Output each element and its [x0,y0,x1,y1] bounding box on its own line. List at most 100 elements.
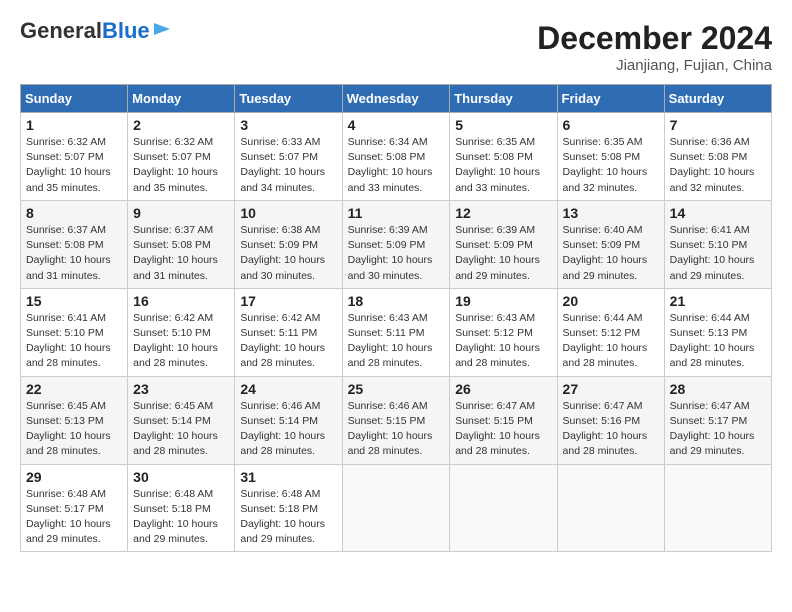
day-info: Sunrise: 6:47 AM Sunset: 5:15 PM Dayligh… [455,399,551,460]
table-row: 8 Sunrise: 6:37 AM Sunset: 5:08 PM Daylig… [21,200,128,288]
col-thursday: Thursday [450,85,557,113]
day-number: 28 [670,381,766,397]
day-number: 21 [670,293,766,309]
table-row: 4 Sunrise: 6:34 AM Sunset: 5:08 PM Daylig… [342,113,450,201]
table-row: 14Sunrise: 6:41 AM Sunset: 5:10 PM Dayli… [664,200,771,288]
day-info: Sunrise: 6:38 AM Sunset: 5:09 PM Dayligh… [240,223,336,284]
day-number: 3 [240,117,336,133]
day-info: Sunrise: 6:40 AM Sunset: 5:09 PM Dayligh… [563,223,659,284]
table-row: 5Sunrise: 6:35 AM Sunset: 5:08 PM Daylig… [450,113,557,201]
day-number: 22 [26,381,122,397]
day-info: Sunrise: 6:47 AM Sunset: 5:17 PM Dayligh… [670,399,766,460]
table-row: 18 Sunrise: 6:43 AM Sunset: 5:11 PM Dayli… [342,288,450,376]
table-row: 19 Sunrise: 6:43 AM Sunset: 5:12 PM Dayli… [450,288,557,376]
location: Jianjiang, Fujian, China [537,57,772,74]
table-row: 17 Sunrise: 6:42 AM Sunset: 5:11 PM Dayli… [235,288,342,376]
table-row: 24 Sunrise: 6:46 AM Sunset: 5:14 PM Dayli… [235,376,342,464]
day-number: 13 [563,205,659,221]
table-row: 6 Sunrise: 6:35 AM Sunset: 5:08 PM Daylig… [557,113,664,201]
col-friday: Friday [557,85,664,113]
page-header: GeneralBlue December 2024 Jianjiang, Fuj… [20,20,772,74]
table-row: 2Sunrise: 6:32 AM Sunset: 5:07 PM Daylig… [128,113,235,201]
table-row: 30 Sunrise: 6:48 AM Sunset: 5:18 PM Dayli… [128,464,235,552]
day-info: Sunrise: 6:44 AM Sunset: 5:13 PM Dayligh… [670,311,766,372]
calendar-header-row: Sunday Monday Tuesday Wednesday Thursday… [21,85,772,113]
col-saturday: Saturday [664,85,771,113]
day-info: Sunrise: 6:45 AM Sunset: 5:14 PM Dayligh… [133,399,229,460]
table-row: 29Sunrise: 6:48 AM Sunset: 5:17 PM Dayli… [21,464,128,552]
table-row: 12 Sunrise: 6:39 AM Sunset: 5:09 PM Dayli… [450,200,557,288]
table-row [557,464,664,552]
table-row: 1 Sunrise: 6:32 AM Sunset: 5:07 PM Daylig… [21,113,128,201]
day-number: 29 [26,469,122,485]
col-tuesday: Tuesday [235,85,342,113]
table-row: 9 Sunrise: 6:37 AM Sunset: 5:08 PM Daylig… [128,200,235,288]
col-wednesday: Wednesday [342,85,450,113]
day-info: Sunrise: 6:43 AM Sunset: 5:12 PM Dayligh… [455,311,551,372]
day-info: Sunrise: 6:37 AM Sunset: 5:08 PM Dayligh… [133,223,229,284]
day-info: Sunrise: 6:37 AM Sunset: 5:08 PM Dayligh… [26,223,122,284]
table-row: 23 Sunrise: 6:45 AM Sunset: 5:14 PM Dayli… [128,376,235,464]
table-row [664,464,771,552]
table-row: 25Sunrise: 6:46 AM Sunset: 5:15 PM Dayli… [342,376,450,464]
calendar-week-row: 15Sunrise: 6:41 AM Sunset: 5:10 PM Dayli… [21,288,772,376]
logo-icon [152,19,172,39]
day-info: Sunrise: 6:42 AM Sunset: 5:11 PM Dayligh… [240,311,336,372]
table-row: 13 Sunrise: 6:40 AM Sunset: 5:09 PM Dayli… [557,200,664,288]
day-number: 30 [133,469,229,485]
day-info: Sunrise: 6:45 AM Sunset: 5:13 PM Dayligh… [26,399,122,460]
day-number: 23 [133,381,229,397]
day-info: Sunrise: 6:32 AM Sunset: 5:07 PM Dayligh… [26,135,122,196]
day-number: 19 [455,293,551,309]
day-number: 9 [133,205,229,221]
day-number: 1 [26,117,122,133]
day-info: Sunrise: 6:48 AM Sunset: 5:18 PM Dayligh… [133,487,229,548]
logo-text: GeneralBlue [20,20,150,42]
day-number: 2 [133,117,229,133]
calendar-week-row: 22 Sunrise: 6:45 AM Sunset: 5:13 PM Dayli… [21,376,772,464]
day-number: 12 [455,205,551,221]
day-number: 31 [240,469,336,485]
table-row: 3 Sunrise: 6:33 AM Sunset: 5:07 PM Daylig… [235,113,342,201]
day-info: Sunrise: 6:44 AM Sunset: 5:12 PM Dayligh… [563,311,659,372]
day-number: 8 [26,205,122,221]
calendar-week-row: 8 Sunrise: 6:37 AM Sunset: 5:08 PM Daylig… [21,200,772,288]
day-info: Sunrise: 6:42 AM Sunset: 5:10 PM Dayligh… [133,311,229,372]
title-block: December 2024 Jianjiang, Fujian, China [537,20,772,74]
day-number: 5 [455,117,551,133]
day-number: 20 [563,293,659,309]
day-info: Sunrise: 6:35 AM Sunset: 5:08 PM Dayligh… [563,135,659,196]
day-info: Sunrise: 6:34 AM Sunset: 5:08 PM Dayligh… [348,135,445,196]
day-number: 6 [563,117,659,133]
table-row: 11Sunrise: 6:39 AM Sunset: 5:09 PM Dayli… [342,200,450,288]
day-number: 4 [348,117,445,133]
day-number: 17 [240,293,336,309]
day-info: Sunrise: 6:36 AM Sunset: 5:08 PM Dayligh… [670,135,766,196]
calendar-week-row: 29Sunrise: 6:48 AM Sunset: 5:17 PM Dayli… [21,464,772,552]
table-row: 26 Sunrise: 6:47 AM Sunset: 5:15 PM Dayli… [450,376,557,464]
table-row: 10 Sunrise: 6:38 AM Sunset: 5:09 PM Dayli… [235,200,342,288]
day-number: 10 [240,205,336,221]
day-info: Sunrise: 6:39 AM Sunset: 5:09 PM Dayligh… [455,223,551,284]
day-number: 15 [26,293,122,309]
calendar-table: Sunday Monday Tuesday Wednesday Thursday… [20,84,772,552]
table-row: 7Sunrise: 6:36 AM Sunset: 5:08 PM Daylig… [664,113,771,201]
table-row: 22 Sunrise: 6:45 AM Sunset: 5:13 PM Dayli… [21,376,128,464]
month-year: December 2024 [537,20,772,57]
day-number: 11 [348,205,445,221]
day-info: Sunrise: 6:33 AM Sunset: 5:07 PM Dayligh… [240,135,336,196]
day-info: Sunrise: 6:46 AM Sunset: 5:14 PM Dayligh… [240,399,336,460]
table-row: 16 Sunrise: 6:42 AM Sunset: 5:10 PM Dayli… [128,288,235,376]
day-number: 26 [455,381,551,397]
day-info: Sunrise: 6:46 AM Sunset: 5:15 PM Dayligh… [348,399,445,460]
day-number: 18 [348,293,445,309]
col-sunday: Sunday [21,85,128,113]
logo: GeneralBlue [20,20,172,42]
day-number: 16 [133,293,229,309]
day-number: 14 [670,205,766,221]
day-info: Sunrise: 6:43 AM Sunset: 5:11 PM Dayligh… [348,311,445,372]
day-info: Sunrise: 6:47 AM Sunset: 5:16 PM Dayligh… [563,399,659,460]
day-number: 24 [240,381,336,397]
table-row [342,464,450,552]
table-row: 28 Sunrise: 6:47 AM Sunset: 5:17 PM Dayli… [664,376,771,464]
